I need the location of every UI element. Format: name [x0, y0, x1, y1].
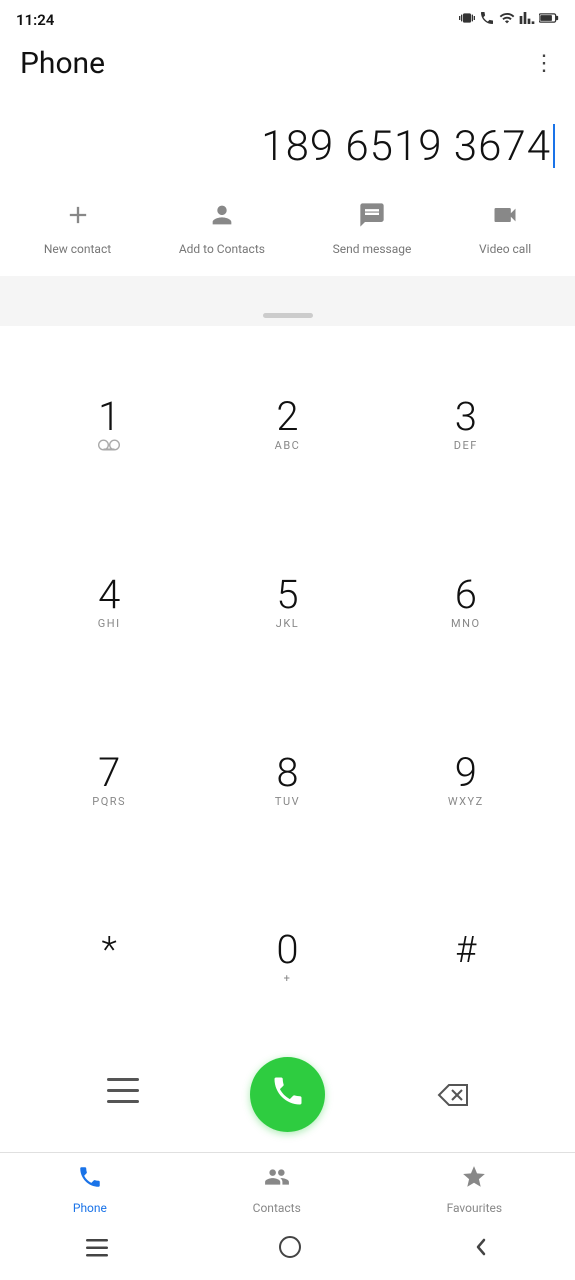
- dial-key-3[interactable]: 3 DEF: [377, 336, 555, 515]
- send-message-label: Send message: [333, 242, 412, 256]
- dial-key-hash-letters: [464, 970, 468, 984]
- call-button[interactable]: [250, 1057, 325, 1132]
- system-nav: [0, 1224, 575, 1280]
- dial-key-0[interactable]: 0 +: [198, 870, 376, 1048]
- phone-signal-icon: [479, 10, 495, 30]
- call-icon: [270, 1073, 306, 1117]
- nav-phone[interactable]: Phone: [73, 1164, 107, 1215]
- dial-key-2[interactable]: 2 ABC: [198, 336, 376, 515]
- add-to-contacts-button[interactable]: Add to Contacts: [179, 201, 265, 256]
- dial-key-4-number: 4: [98, 575, 120, 615]
- system-nav-menu[interactable]: [86, 1238, 108, 1263]
- vibrate-icon: [459, 10, 475, 30]
- signal-icon: [519, 10, 535, 30]
- dial-key-4[interactable]: 4 GHI: [20, 515, 198, 693]
- phone-nav-icon: [77, 1164, 103, 1197]
- dial-key-1[interactable]: 1: [20, 336, 198, 515]
- new-contact-label: New contact: [44, 242, 111, 256]
- divider-area: [0, 276, 575, 326]
- dial-key-7-number: 7: [98, 753, 120, 793]
- home-circle: [279, 1236, 301, 1258]
- dial-key-1-sub: [98, 439, 120, 454]
- overflow-menu-icon[interactable]: ⋮: [533, 51, 555, 76]
- text-cursor: [553, 124, 555, 168]
- dial-key-star[interactable]: *: [20, 870, 198, 1048]
- dialpad: 1 2 ABC 3 DEF 4 GHI: [0, 326, 575, 1152]
- favourites-nav-icon: [461, 1164, 487, 1197]
- dial-key-9-number: 9: [455, 753, 477, 793]
- dial-key-8-number: 8: [276, 753, 298, 793]
- video-icon: [491, 201, 519, 236]
- nav-contacts[interactable]: Contacts: [253, 1164, 301, 1215]
- drag-handle: [263, 313, 313, 318]
- send-message-button[interactable]: Send message: [333, 201, 412, 256]
- dial-key-5-letters: JKL: [276, 617, 299, 631]
- dial-key-5[interactable]: 5 JKL: [198, 515, 376, 693]
- dial-key-6-number: 6: [455, 575, 477, 615]
- page-title: Phone: [20, 46, 105, 81]
- phone-number: 189 6519 3674: [261, 122, 551, 171]
- message-icon: [358, 201, 386, 236]
- dial-key-5-number: 5: [276, 575, 298, 615]
- system-nav-home[interactable]: [279, 1236, 301, 1264]
- action-row: New contact Add to Contacts Send message…: [0, 191, 575, 276]
- dial-key-9[interactable]: 9 WXYZ: [377, 692, 555, 870]
- dial-key-6-letters: MNO: [451, 617, 481, 631]
- person-add-icon: [208, 201, 236, 236]
- video-call-label: Video call: [479, 242, 531, 256]
- dial-key-2-number: 2: [276, 397, 298, 437]
- dialpad-actions: [20, 1047, 555, 1142]
- dial-key-0-letters: +: [284, 972, 292, 986]
- contacts-nav-icon: [264, 1164, 290, 1197]
- status-bar: 11:24: [0, 0, 575, 36]
- dial-key-star-number: *: [102, 932, 117, 968]
- call-button-area: [205, 1057, 370, 1132]
- header: Phone ⋮: [0, 36, 575, 91]
- battery-icon: [539, 12, 559, 28]
- add-to-contacts-label: Add to Contacts: [179, 242, 265, 256]
- dial-key-3-letters: DEF: [454, 439, 478, 453]
- dial-key-0-number: 0: [276, 930, 298, 970]
- bottom-nav: Phone Contacts Favourites: [0, 1152, 575, 1224]
- status-icons: [459, 10, 559, 30]
- dial-key-8-letters: TUV: [275, 795, 300, 809]
- new-contact-button[interactable]: New contact: [44, 201, 111, 256]
- dial-key-9-letters: WXYZ: [448, 795, 484, 809]
- backspace-area: [370, 1069, 535, 1121]
- phone-display: 189 6519 3674: [0, 91, 575, 191]
- dial-key-star-letters: [107, 970, 111, 984]
- contacts-nav-label: Contacts: [253, 1201, 301, 1215]
- dialpad-menu-area: [40, 1078, 205, 1111]
- dial-key-2-letters: ABC: [275, 439, 301, 453]
- status-time: 11:24: [16, 11, 54, 29]
- system-nav-back[interactable]: [472, 1236, 490, 1264]
- dial-key-8[interactable]: 8 TUV: [198, 692, 376, 870]
- nav-favourites[interactable]: Favourites: [447, 1164, 503, 1215]
- favourites-nav-label: Favourites: [447, 1201, 503, 1215]
- video-call-button[interactable]: Video call: [479, 201, 531, 256]
- dialpad-grid: 1 2 ABC 3 DEF 4 GHI: [20, 336, 555, 1047]
- dial-key-6[interactable]: 6 MNO: [377, 515, 555, 693]
- dial-key-7-letters: PQRS: [92, 795, 126, 809]
- dial-key-7[interactable]: 7 PQRS: [20, 692, 198, 870]
- dialpad-menu-button[interactable]: [107, 1078, 139, 1111]
- wifi-icon: [499, 10, 515, 30]
- phone-nav-label: Phone: [73, 1201, 107, 1215]
- backspace-button[interactable]: [427, 1069, 479, 1121]
- dial-key-3-number: 3: [455, 397, 477, 437]
- dial-key-hash-number: #: [455, 932, 476, 968]
- dial-key-1-number: 1: [98, 397, 120, 437]
- dial-key-hash[interactable]: #: [377, 870, 555, 1048]
- plus-icon: [64, 201, 92, 236]
- dial-key-4-letters: GHI: [98, 617, 121, 631]
